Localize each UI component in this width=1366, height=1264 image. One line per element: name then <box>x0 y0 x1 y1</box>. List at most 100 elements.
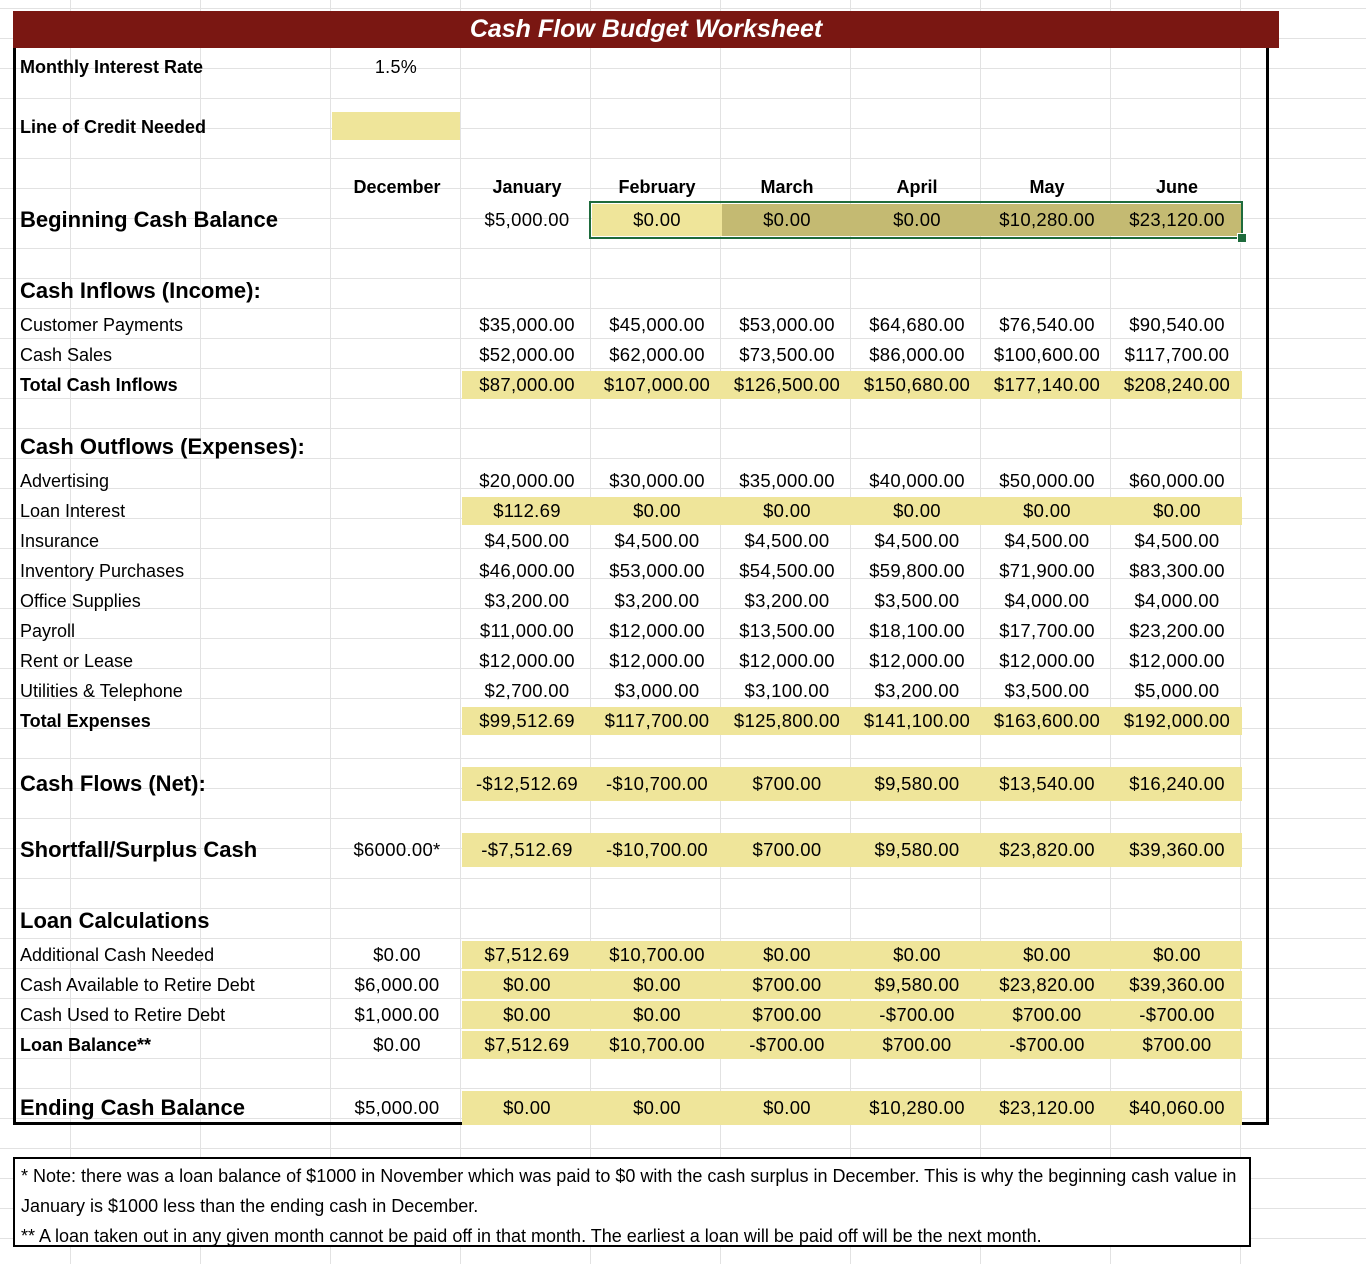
value-cell[interactable]: $99,512.69 <box>462 707 592 735</box>
value-cell[interactable]: $192,000.00 <box>1112 707 1242 735</box>
value-cell[interactable]: $73,500.00 <box>722 341 852 369</box>
value-cell[interactable]: $12,000.00 <box>852 647 982 675</box>
value-cell[interactable]: $150,680.00 <box>852 371 982 399</box>
value-cell[interactable]: $12,000.00 <box>592 647 722 675</box>
value-cell[interactable]: $9,580.00 <box>852 767 982 801</box>
value-cell[interactable]: $18,100.00 <box>852 617 982 645</box>
value-cell[interactable]: $50,000.00 <box>982 467 1112 495</box>
value-cell[interactable]: $12,000.00 <box>982 647 1112 675</box>
value-cell[interactable]: $6000.00* <box>332 833 462 867</box>
value-cell[interactable]: $0.00 <box>592 1091 722 1125</box>
value-cell[interactable]: $64,680.00 <box>852 311 982 339</box>
value-cell[interactable]: $86,000.00 <box>852 341 982 369</box>
value-cell[interactable]: $3,200.00 <box>852 677 982 705</box>
value-cell[interactable]: $62,000.00 <box>592 341 722 369</box>
value-cell[interactable]: $54,500.00 <box>722 557 852 585</box>
value-cell[interactable]: $12,000.00 <box>462 647 592 675</box>
value-cell[interactable]: $83,300.00 <box>1112 557 1242 585</box>
value-cell[interactable]: $40,000.00 <box>852 467 982 495</box>
value-cell[interactable]: $0.00 <box>462 1001 592 1029</box>
value-cell[interactable]: $0.00 <box>982 497 1112 525</box>
value-cell[interactable]: $700.00 <box>722 833 852 867</box>
value-cell[interactable]: $3,100.00 <box>722 677 852 705</box>
value-cell[interactable]: $4,500.00 <box>592 527 722 555</box>
value-cell[interactable]: $3,200.00 <box>722 587 852 615</box>
value-cell[interactable]: $0.00 <box>1112 497 1242 525</box>
value-cell[interactable] <box>332 677 462 705</box>
value-cell[interactable]: $700.00 <box>722 767 852 801</box>
value-cell[interactable]: $0.00 <box>332 941 462 969</box>
value-cell[interactable]: $12,000.00 <box>722 647 852 675</box>
value-cell[interactable]: -$10,700.00 <box>592 767 722 801</box>
value-cell[interactable]: -$700.00 <box>982 1031 1112 1059</box>
value-cell[interactable]: $53,000.00 <box>722 311 852 339</box>
value-cell[interactable]: $177,140.00 <box>982 371 1112 399</box>
value-cell[interactable]: $0.00 <box>592 1001 722 1029</box>
value-cell[interactable]: $35,000.00 <box>462 311 592 339</box>
value-cell[interactable]: $59,800.00 <box>852 557 982 585</box>
value-cell[interactable]: $4,500.00 <box>1112 527 1242 555</box>
value-cell[interactable] <box>332 587 462 615</box>
value-cell[interactable]: $13,540.00 <box>982 767 1112 801</box>
value-cell[interactable]: -$7,512.69 <box>462 833 592 867</box>
value-cell[interactable]: $107,000.00 <box>592 371 722 399</box>
value-cell[interactable]: $39,360.00 <box>1112 833 1242 867</box>
interest-rate-cell[interactable]: 1.5% <box>332 52 460 82</box>
value-cell[interactable]: $35,000.00 <box>722 467 852 495</box>
value-cell[interactable]: $23,820.00 <box>982 833 1112 867</box>
value-cell[interactable]: $0.00 <box>852 497 982 525</box>
value-cell[interactable]: $208,240.00 <box>1112 371 1242 399</box>
value-cell[interactable]: $17,700.00 <box>982 617 1112 645</box>
value-cell[interactable]: -$700.00 <box>852 1001 982 1029</box>
value-cell[interactable]: $0.00 <box>982 941 1112 969</box>
value-cell[interactable]: $2,700.00 <box>462 677 592 705</box>
value-cell[interactable]: $9,580.00 <box>852 971 982 999</box>
value-cell[interactable]: -$700.00 <box>722 1031 852 1059</box>
value-cell[interactable]: $4,500.00 <box>982 527 1112 555</box>
value-cell[interactable]: $5,000.00 <box>1112 677 1242 705</box>
value-cell[interactable] <box>332 617 462 645</box>
value-cell[interactable]: $4,000.00 <box>982 587 1112 615</box>
value-cell[interactable]: $100,600.00 <box>982 341 1112 369</box>
value-cell[interactable]: $0.00 <box>722 941 852 969</box>
value-cell[interactable]: $7,512.69 <box>462 1031 592 1059</box>
value-cell[interactable]: $46,000.00 <box>462 557 592 585</box>
value-cell[interactable]: $30,000.00 <box>592 467 722 495</box>
value-cell[interactable]: -$12,512.69 <box>462 767 592 801</box>
value-cell[interactable]: $10,700.00 <box>592 941 722 969</box>
value-cell[interactable]: $700.00 <box>1112 1031 1242 1059</box>
line-of-credit-cell[interactable] <box>332 112 460 140</box>
value-cell[interactable]: $11,000.00 <box>462 617 592 645</box>
value-cell[interactable]: $0.00 <box>722 1091 852 1125</box>
value-cell[interactable]: $3,000.00 <box>592 677 722 705</box>
value-cell[interactable]: $12,000.00 <box>592 617 722 645</box>
value-cell[interactable] <box>332 647 462 675</box>
value-cell[interactable]: $4,500.00 <box>462 527 592 555</box>
value-cell[interactable] <box>332 497 462 525</box>
value-cell[interactable]: -$700.00 <box>1112 1001 1242 1029</box>
value-cell[interactable]: $7,512.69 <box>462 941 592 969</box>
value-cell[interactable]: $1,000.00 <box>332 1001 462 1029</box>
value-cell[interactable]: $23,120.00 <box>982 1091 1112 1125</box>
value-cell[interactable]: $3,200.00 <box>592 587 722 615</box>
value-cell[interactable] <box>332 557 462 585</box>
value-cell[interactable]: $13,500.00 <box>722 617 852 645</box>
value-cell[interactable]: $10,280.00 <box>852 1091 982 1125</box>
value-cell[interactable]: $700.00 <box>722 971 852 999</box>
value-cell[interactable]: $126,500.00 <box>722 371 852 399</box>
value-cell[interactable] <box>332 767 462 801</box>
value-cell[interactable]: $76,540.00 <box>982 311 1112 339</box>
value-cell[interactable]: $90,540.00 <box>1112 311 1242 339</box>
value-cell[interactable]: $16,240.00 <box>1112 767 1242 801</box>
value-cell[interactable]: $141,100.00 <box>852 707 982 735</box>
value-cell[interactable]: $117,700.00 <box>592 707 722 735</box>
value-cell[interactable]: $45,000.00 <box>592 311 722 339</box>
value-cell[interactable]: $0.00 <box>852 941 982 969</box>
value-cell[interactable]: $700.00 <box>722 1001 852 1029</box>
value-cell[interactable] <box>332 467 462 495</box>
value-cell[interactable] <box>332 371 462 399</box>
value-cell[interactable]: $0.00 <box>332 1031 462 1059</box>
value-cell[interactable]: -$10,700.00 <box>592 833 722 867</box>
value-cell[interactable]: $52,000.00 <box>462 341 592 369</box>
value-cell[interactable]: $3,500.00 <box>982 677 1112 705</box>
